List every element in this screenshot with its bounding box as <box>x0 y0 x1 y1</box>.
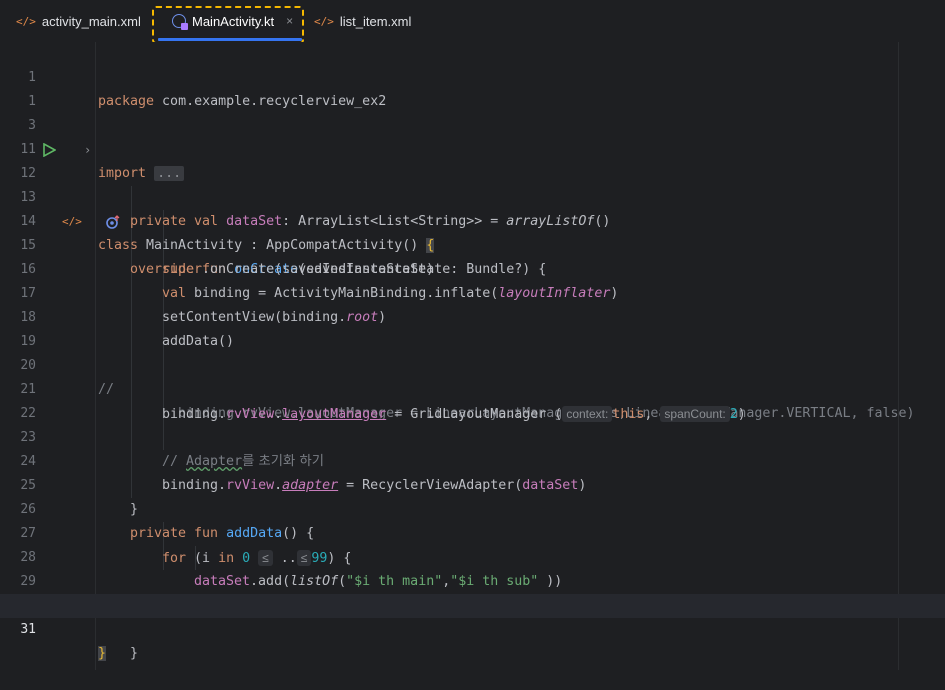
code-line[interactable]: 27 for (i in 0 ≤ .. ≤99) { <box>0 498 945 566</box>
code-line[interactable]: 15 super.onCreate(savedInstanceState) <box>0 210 945 277</box>
code-line[interactable]: 26 private fun addData() { <box>0 474 945 541</box>
line-number: 31 <box>20 622 36 637</box>
editor-tab-bar: </> activity_main.xml MainActivity.kt × … <box>0 0 945 44</box>
code-line[interactable]: 20 // binding.rvView.layoutManager = Lin… <box>0 330 945 421</box>
code-editor[interactable]: 1 package com.example.recyclerview_ex2 1… <box>0 42 945 670</box>
annotation-highlight-box <box>152 6 304 44</box>
run-icon[interactable] <box>42 143 56 157</box>
code-line[interactable]: 16 val binding = ActivityMainBinding.inf… <box>0 234 945 301</box>
code-line[interactable]: 23 // Adapter를 초기화 하기 <box>0 402 945 469</box>
code-line[interactable]: 29 } <box>0 546 945 613</box>
tab-label: activity_main.xml <box>41 13 141 29</box>
code-line[interactable]: 3 › import ... <box>0 90 945 181</box>
code-line[interactable]: 11 <box>0 114 945 157</box>
code-line[interactable]: 18 addData() <box>0 282 945 349</box>
code-line[interactable]: 22 <box>0 378 945 421</box>
code-line[interactable]: 25 } <box>0 450 945 517</box>
code-line[interactable]: 24 binding.rvView.adapter = RecyclerView… <box>0 426 945 493</box>
code-line[interactable]: 12 </> class MainActivity : AppCompatAct… <box>0 138 945 253</box>
xml-file-icon: </> <box>16 14 36 28</box>
code-line[interactable]: 14 override fun onCreate(savedInstanceSt… <box>0 186 945 277</box>
code-line[interactable]: 19 <box>0 306 945 349</box>
code-line[interactable]: 1 package com.example.recyclerview_ex2 <box>0 42 945 109</box>
code-line[interactable]: 28 dataSet.add(listOf("$i th main","$i t… <box>0 522 945 589</box>
code-line[interactable]: 17 setContentView(binding.root) <box>0 258 945 325</box>
tab-list-item-xml[interactable]: </> list_item.xml <box>306 0 419 42</box>
xml-file-icon: </> <box>314 14 334 28</box>
code-line[interactable]: 1 <box>0 66 945 109</box>
code-line-current[interactable]: 31 } <box>0 594 945 661</box>
code-line[interactable]: 30 } <box>0 570 945 661</box>
tab-label: list_item.xml <box>339 13 412 29</box>
tab-activity-main-xml[interactable]: </> activity_main.xml <box>8 0 149 42</box>
code-line[interactable]: 13 private val dataSet: ArrayList<List<S… <box>0 162 945 229</box>
code-line[interactable]: 21 binding.rvView.layoutManager = GridLa… <box>0 354 945 422</box>
